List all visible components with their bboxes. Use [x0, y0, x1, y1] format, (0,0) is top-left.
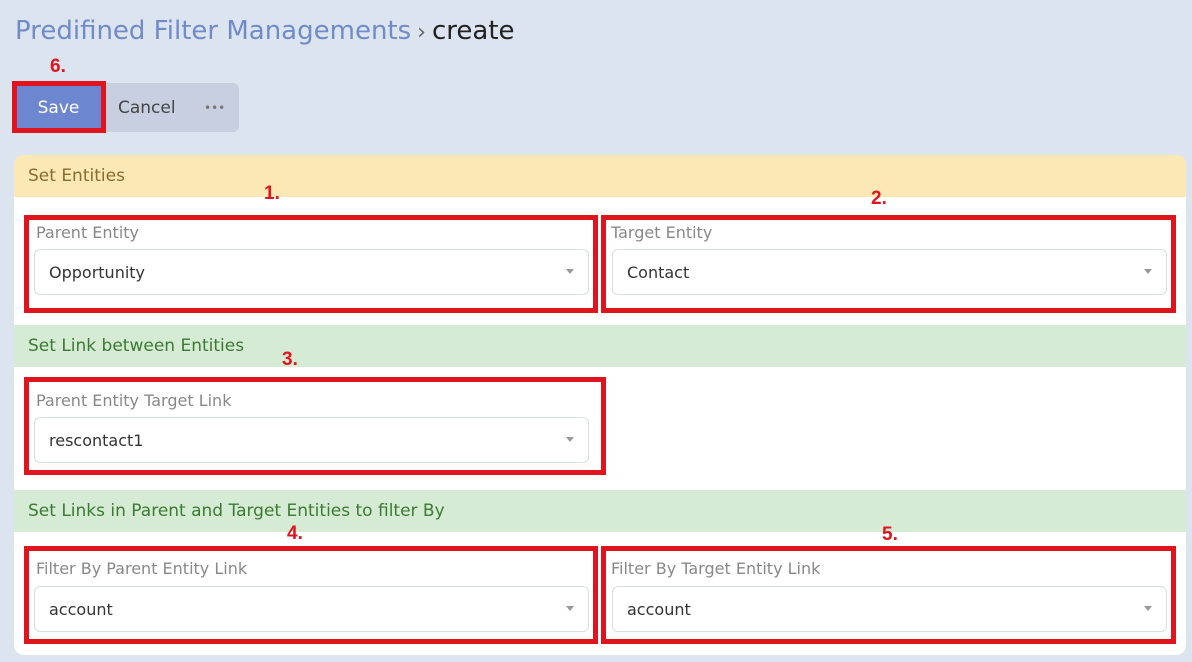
annotation-6: 6. — [50, 56, 66, 77]
annotation-box-5 — [601, 546, 1176, 644]
breadcrumb-current: create — [431, 16, 515, 46]
section-header-entities: Set Entities — [14, 155, 1186, 197]
annotation-4: 4. — [287, 523, 303, 544]
section-header-filter-links: Set Links in Parent and Target Entities … — [14, 490, 1186, 532]
more-options-icon[interactable]: ••• — [204, 83, 234, 132]
annotation-2: 2. — [871, 188, 887, 209]
annotation-5: 5. — [882, 524, 898, 545]
breadcrumb-link[interactable]: Predifined Filter Managements — [15, 16, 411, 46]
cancel-button[interactable]: Cancel — [118, 83, 198, 132]
section-header-link: Set Link between Entities — [14, 325, 1186, 367]
annotation-box-6 — [12, 81, 106, 133]
annotation-box-1 — [24, 215, 598, 313]
annotation-3: 3. — [282, 349, 298, 370]
breadcrumb-separator: › — [417, 20, 426, 45]
breadcrumb: Predifined Filter Managements › create — [15, 14, 515, 50]
annotation-box-3 — [24, 377, 606, 475]
annotation-box-2 — [601, 215, 1176, 313]
annotation-box-4 — [24, 546, 598, 644]
annotation-1: 1. — [264, 183, 280, 204]
